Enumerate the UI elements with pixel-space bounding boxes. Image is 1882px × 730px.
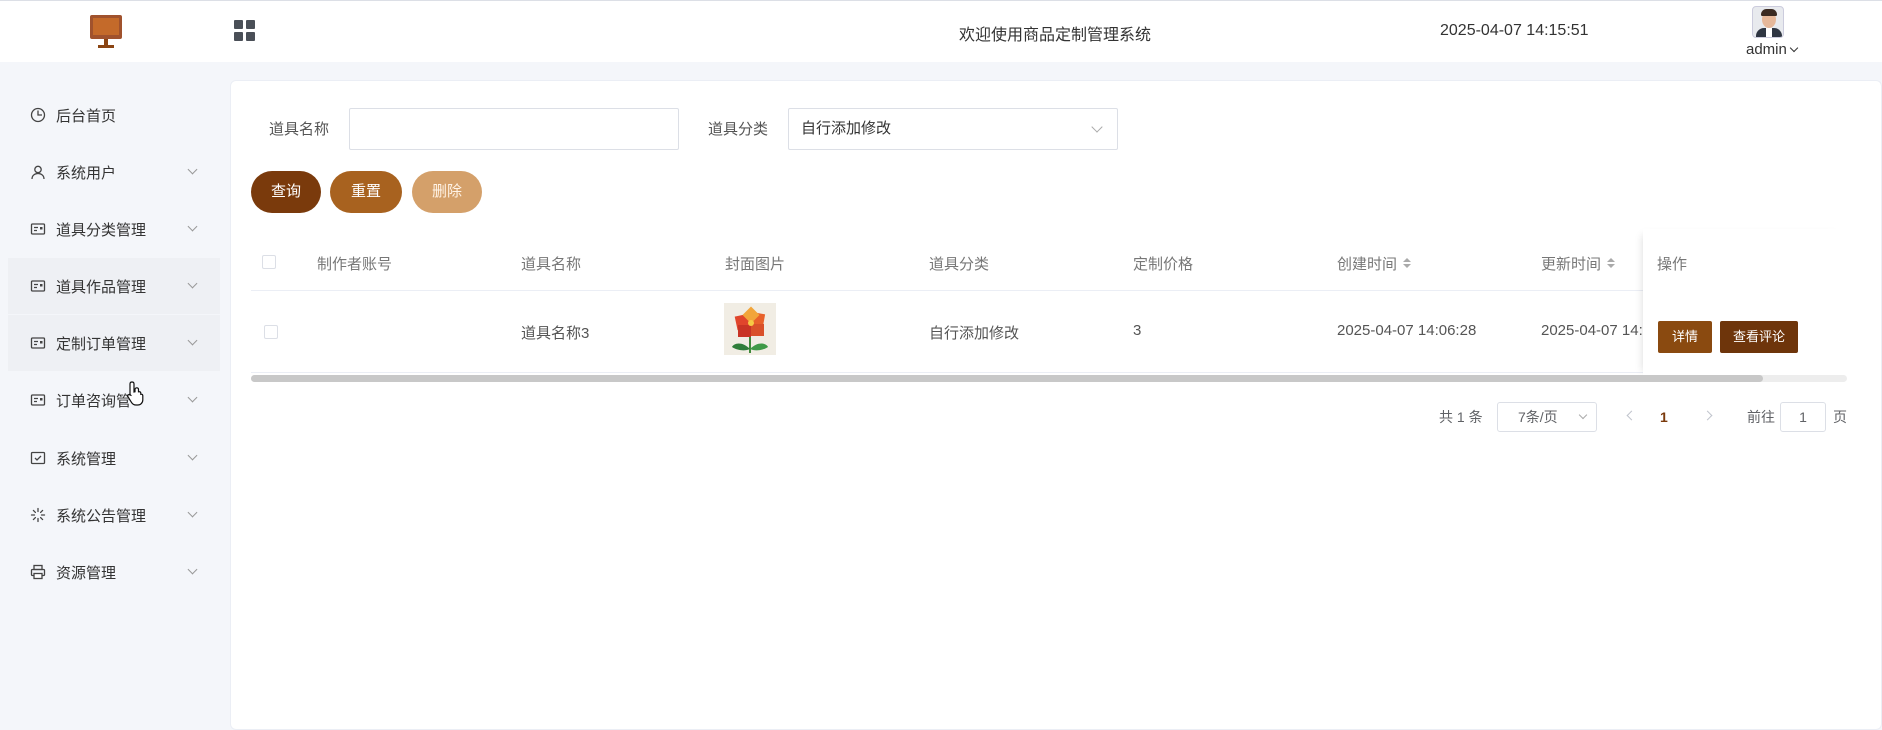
table-header: 制作者账号 道具名称 封面图片 道具分类 定制价格 创建时间 更新时间 bbox=[251, 233, 1847, 291]
table-row: 道具名称3 自行添加修改 3 2025-04-07 14:06:28 2025-… bbox=[251, 291, 1847, 373]
card-icon bbox=[30, 221, 46, 237]
cell-updated-time: 2025-04-07 14:1 bbox=[1541, 322, 1652, 339]
sidebar-item-system-management[interactable]: 系统管理 bbox=[8, 430, 220, 486]
sidebar-item-custom-orders[interactable]: 定制订单管理 bbox=[8, 315, 220, 371]
loading-icon bbox=[30, 507, 46, 523]
avatar[interactable] bbox=[1752, 6, 1784, 38]
printer-icon bbox=[30, 564, 46, 580]
sidebar-item-label: 系统用户 bbox=[56, 164, 117, 182]
sidebar-item-label: 定制订单管理 bbox=[56, 335, 147, 353]
chevron-down-icon bbox=[1578, 410, 1588, 420]
col-created-time-label: 创建时间 bbox=[1337, 256, 1398, 273]
sidebar-item-announcements[interactable]: 系统公告管理 bbox=[8, 487, 220, 543]
user-name-label: admin bbox=[1746, 41, 1787, 58]
grid-menu-icon[interactable] bbox=[234, 20, 256, 42]
page-size-select[interactable]: 7条/页 bbox=[1497, 402, 1597, 432]
chevron-down-icon bbox=[187, 278, 198, 288]
sidebar-item-dashboard[interactable]: 后台首页 bbox=[8, 87, 220, 143]
col-updated-time[interactable]: 更新时间 bbox=[1541, 253, 1616, 274]
goto-label: 前往 bbox=[1747, 409, 1775, 425]
sidebar-item-resources[interactable]: 资源管理 bbox=[8, 544, 220, 600]
chevron-down-icon bbox=[187, 335, 198, 345]
page-suffix-label: 页 bbox=[1833, 409, 1847, 425]
col-maker-account: 制作者账号 bbox=[317, 256, 393, 273]
chevron-down-icon bbox=[187, 507, 198, 517]
sidebar-item-prop-category[interactable]: 道具分类管理 bbox=[8, 201, 220, 257]
pagination-total: 共 1 条 bbox=[1439, 409, 1483, 425]
sidebar-item-label: 道具作品管理 bbox=[56, 278, 147, 296]
chevron-down-icon bbox=[187, 164, 198, 174]
card-icon bbox=[30, 392, 46, 408]
sidebar-item-label: 道具分类管理 bbox=[56, 221, 147, 239]
prev-page-icon[interactable] bbox=[1626, 410, 1637, 421]
prop-category-select[interactable]: 自行添加修改 bbox=[788, 108, 1118, 150]
col-created-time[interactable]: 创建时间 bbox=[1337, 253, 1412, 274]
goto-page-input[interactable]: 1 bbox=[1780, 402, 1826, 432]
col-prop-name: 道具名称 bbox=[521, 256, 582, 273]
top-header: 欢迎使用商品定制管理系统 2025-04-07 14:15:51 admin bbox=[0, 0, 1882, 62]
card-icon bbox=[30, 335, 46, 351]
chevron-down-icon bbox=[187, 392, 198, 402]
chevron-down-icon bbox=[1789, 43, 1799, 53]
next-page-icon[interactable] bbox=[1702, 410, 1713, 421]
sidebar-item-prop-works[interactable]: 道具作品管理 bbox=[8, 258, 220, 314]
user-menu[interactable]: admin bbox=[1746, 41, 1799, 58]
sidebar-item-system-users[interactable]: 系统用户 bbox=[8, 144, 220, 200]
chevron-down-icon bbox=[187, 564, 198, 574]
sidebar-item-label: 系统公告管理 bbox=[56, 507, 147, 525]
cell-prop-name: 道具名称3 bbox=[521, 325, 590, 342]
prop-category-label: 道具分类 bbox=[708, 121, 769, 138]
chevron-down-icon bbox=[1091, 121, 1103, 133]
check-box-icon bbox=[30, 450, 46, 466]
select-all-checkbox[interactable] bbox=[262, 255, 276, 269]
sidebar-item-label: 后台首页 bbox=[56, 107, 117, 125]
detail-button[interactable]: 详情 bbox=[1658, 321, 1712, 353]
delete-button[interactable]: 删除 bbox=[412, 171, 482, 213]
hand-pointer-icon bbox=[127, 381, 144, 406]
query-button[interactable]: 查询 bbox=[251, 171, 321, 213]
sidebar-item-label: 订单咨询管 bbox=[56, 392, 132, 410]
cell-prop-category: 自行添加修改 bbox=[929, 325, 1020, 342]
sort-icon[interactable] bbox=[1607, 258, 1616, 268]
col-cover-image: 封面图片 bbox=[725, 256, 786, 273]
clock-icon bbox=[30, 107, 46, 123]
chevron-down-icon bbox=[187, 221, 198, 231]
actions-column: 操作 详情 查看评论 bbox=[1643, 229, 1847, 377]
reset-button[interactable]: 重置 bbox=[330, 171, 402, 213]
chevron-down-icon bbox=[187, 450, 198, 460]
current-datetime: 2025-04-07 14:15:51 bbox=[1440, 22, 1589, 39]
cell-created-time: 2025-04-07 14:06:28 bbox=[1337, 322, 1477, 339]
prop-category-value: 自行添加修改 bbox=[801, 120, 892, 137]
prop-name-input[interactable] bbox=[349, 108, 679, 150]
cell-custom-price: 3 bbox=[1133, 322, 1142, 339]
user-icon bbox=[30, 164, 46, 180]
horizontal-scrollbar[interactable] bbox=[251, 375, 1763, 382]
col-prop-category: 道具分类 bbox=[929, 256, 990, 273]
main-panel: 道具名称 道具分类 自行添加修改 查询 重置 删除 制作者账号 道具名称 封面图… bbox=[230, 80, 1882, 730]
view-comments-button[interactable]: 查看评论 bbox=[1720, 321, 1798, 353]
row-checkbox[interactable] bbox=[264, 325, 278, 339]
sidebar-item-label: 资源管理 bbox=[56, 564, 117, 582]
page-size-value: 7条/页 bbox=[1518, 409, 1558, 425]
col-custom-price: 定制价格 bbox=[1133, 256, 1194, 273]
prop-name-label: 道具名称 bbox=[269, 121, 330, 138]
col-updated-time-label: 更新时间 bbox=[1541, 256, 1602, 273]
col-actions: 操作 bbox=[1657, 256, 1688, 273]
card-icon bbox=[30, 278, 46, 294]
cover-thumbnail[interactable] bbox=[724, 303, 776, 355]
flower-image-icon bbox=[724, 303, 776, 355]
sidebar-item-label: 系统管理 bbox=[56, 450, 117, 468]
sidebar-item-order-consult[interactable]: 订单咨询管 bbox=[8, 372, 220, 428]
monitor-logo-icon bbox=[90, 15, 122, 49]
system-title: 欢迎使用商品定制管理系统 bbox=[958, 27, 1151, 44]
sort-icon[interactable] bbox=[1403, 258, 1412, 268]
sidebar: 后台首页 系统用户 道具分类管理 道具作品管理 定制订单管理 订单咨询管 系统管… bbox=[0, 62, 220, 730]
current-page-number[interactable]: 1 bbox=[1660, 402, 1668, 432]
